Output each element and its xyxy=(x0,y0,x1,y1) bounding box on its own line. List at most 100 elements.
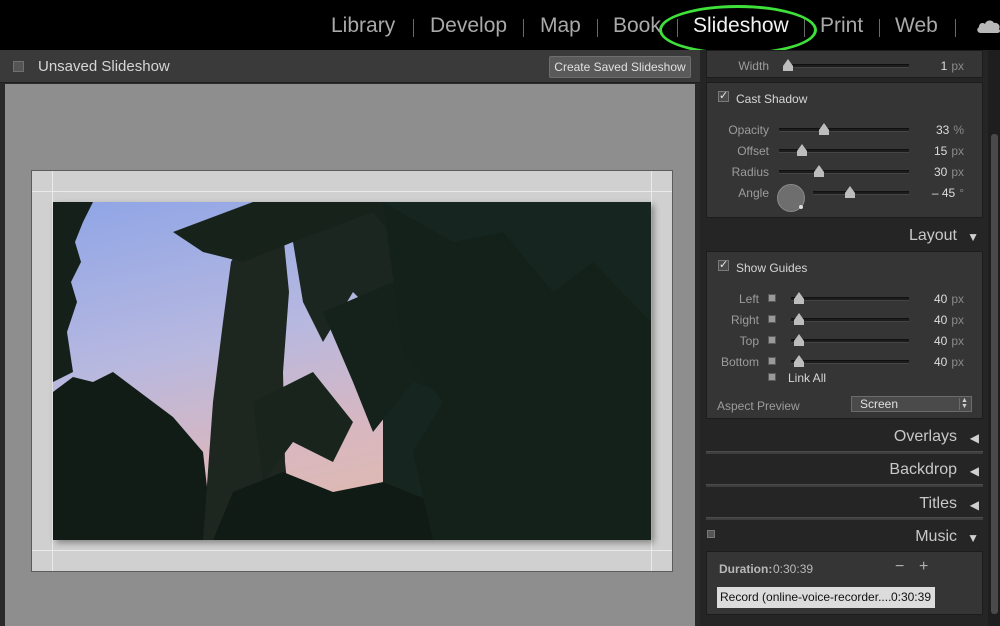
show-guides-checkbox[interactable] xyxy=(718,258,729,271)
opacity-label: Opacity xyxy=(728,123,769,137)
bottom-guide-label: Bottom xyxy=(720,355,759,369)
cloud-icon[interactable] xyxy=(976,18,1000,34)
layout-box: Show Guides Left 40px Right 40px Top 40p… xyxy=(706,251,983,419)
cast-shadow-checkbox[interactable] xyxy=(718,89,729,102)
right-guide-label: Right xyxy=(730,313,759,327)
cast-shadow-label: Cast Shadow xyxy=(736,92,808,106)
collection-icon[interactable] xyxy=(13,61,24,72)
slideshow-title: Unsaved Slideshow xyxy=(38,58,170,75)
guide-top[interactable] xyxy=(32,191,672,192)
duration-value: 0:30:39 xyxy=(773,562,814,576)
offset-slider[interactable] xyxy=(779,144,909,156)
offset-value[interactable]: 15 px xyxy=(934,144,964,158)
module-library[interactable]: Library xyxy=(331,14,395,38)
module-separator xyxy=(413,19,414,37)
section-divider xyxy=(706,484,983,487)
bottom-guide-thumb[interactable] xyxy=(794,355,804,367)
left-guide-label: Left xyxy=(738,292,759,306)
triangle-left-icon: ◀ xyxy=(969,431,979,445)
left-guide-thumb[interactable] xyxy=(794,292,804,304)
angle-thumb[interactable] xyxy=(845,186,855,198)
module-separator xyxy=(955,19,956,37)
track-duration: 0:30:39 xyxy=(890,590,931,604)
backdrop-section-header[interactable]: Backdrop ◀ xyxy=(706,456,983,484)
opacity-thumb[interactable] xyxy=(819,123,829,135)
module-web[interactable]: Web xyxy=(895,14,938,38)
top-guide-label: Top xyxy=(739,334,759,348)
left-guide-link-checkbox[interactable] xyxy=(768,294,776,302)
angle-label: Angle xyxy=(738,186,769,200)
module-separator xyxy=(597,19,598,37)
offset-label: Offset xyxy=(737,144,769,158)
duration-label: Duration: xyxy=(719,562,773,576)
stroke-width-thumb[interactable] xyxy=(783,59,793,71)
titles-section-title: Titles xyxy=(919,495,957,512)
opacity-slider[interactable] xyxy=(779,123,909,135)
titles-section-header[interactable]: Titles ◀ xyxy=(706,490,983,518)
guide-bottom[interactable] xyxy=(32,550,672,551)
right-guide-link-checkbox[interactable] xyxy=(768,315,776,323)
section-divider xyxy=(706,517,983,520)
updown-arrows-icon: ▲ ▼ xyxy=(959,397,969,410)
main-view: Unsaved Slideshow Create Saved Slideshow xyxy=(0,50,700,626)
music-section-header[interactable]: Music ▼ xyxy=(706,523,983,551)
angle-dial-indicator xyxy=(799,205,803,209)
stroke-width-value[interactable]: 1 px xyxy=(941,59,964,73)
link-all-checkbox[interactable] xyxy=(768,373,776,381)
slide-preview[interactable] xyxy=(31,170,673,572)
overlays-section-header[interactable]: Overlays ◀ xyxy=(706,423,983,451)
triangle-down-icon: ▼ xyxy=(967,531,979,545)
left-guide-value[interactable]: 40 px xyxy=(934,292,964,306)
layout-section-header[interactable]: Layout ▼ xyxy=(706,222,983,250)
overlays-section-title: Overlays xyxy=(893,428,957,445)
module-print[interactable]: Print xyxy=(820,14,863,38)
stroke-width-label: Width xyxy=(738,59,769,73)
module-book[interactable]: Book xyxy=(613,14,661,38)
remove-track-button[interactable]: − xyxy=(895,558,904,576)
radius-value[interactable]: 30 px xyxy=(934,165,964,179)
module-separator xyxy=(523,19,524,37)
offset-thumb[interactable] xyxy=(797,144,807,156)
aspect-preview-value: Screen xyxy=(860,397,899,411)
section-divider xyxy=(706,451,983,454)
link-all-label: Link All xyxy=(788,371,827,385)
top-guide-thumb[interactable] xyxy=(794,334,804,346)
aspect-preview-label: Aspect Preview xyxy=(717,399,800,413)
right-guide-thumb[interactable] xyxy=(794,313,804,325)
bottom-guide-value[interactable]: 40 px xyxy=(934,355,964,369)
module-picker: Library Develop Map Book Slideshow Print… xyxy=(0,0,1000,55)
stroke-border-box: Width 1 px xyxy=(706,50,983,78)
radius-slider[interactable] xyxy=(779,165,909,177)
track-name: Record (online-voice-recorder.... xyxy=(720,590,892,604)
angle-value[interactable]: – 45 ° xyxy=(932,186,964,200)
bottom-guide-link-checkbox[interactable] xyxy=(768,357,776,365)
layout-section-title: Layout xyxy=(908,227,957,244)
panel-scrollbar-thumb[interactable] xyxy=(991,134,998,614)
aspect-preview-select[interactable]: Screen ▲ ▼ xyxy=(851,396,972,412)
radius-thumb[interactable] xyxy=(814,165,824,177)
opacity-value[interactable]: 33% xyxy=(936,123,964,137)
bottom-guide-slider[interactable] xyxy=(791,355,909,367)
module-develop[interactable]: Develop xyxy=(430,14,507,38)
radius-label: Radius xyxy=(731,165,769,179)
music-track-row[interactable]: Record (online-voice-recorder.... 0:30:3… xyxy=(717,587,935,608)
angle-slider[interactable] xyxy=(813,186,909,198)
top-guide-value[interactable]: 40 px xyxy=(934,334,964,348)
create-saved-slideshow-button[interactable]: Create Saved Slideshow xyxy=(549,56,691,78)
triangle-left-icon: ◀ xyxy=(969,498,979,512)
right-guide-slider[interactable] xyxy=(791,313,909,325)
top-guide-link-checkbox[interactable] xyxy=(768,336,776,344)
guide-right[interactable] xyxy=(651,171,652,571)
left-guide-slider[interactable] xyxy=(791,292,909,304)
music-section-title: Music xyxy=(915,528,957,545)
slideshow-header: Unsaved Slideshow Create Saved Slideshow xyxy=(0,50,700,83)
add-track-button[interactable]: + xyxy=(919,558,928,576)
module-separator xyxy=(879,19,880,37)
module-map[interactable]: Map xyxy=(540,14,581,38)
show-guides-label: Show Guides xyxy=(736,261,808,275)
right-guide-value[interactable]: 40 px xyxy=(934,313,964,327)
stroke-width-slider[interactable] xyxy=(783,59,909,71)
cast-shadow-box: Cast Shadow Opacity 33% Offset 15px Radi… xyxy=(706,82,983,218)
triangle-left-icon: ◀ xyxy=(969,464,979,478)
top-guide-slider[interactable] xyxy=(791,334,909,346)
